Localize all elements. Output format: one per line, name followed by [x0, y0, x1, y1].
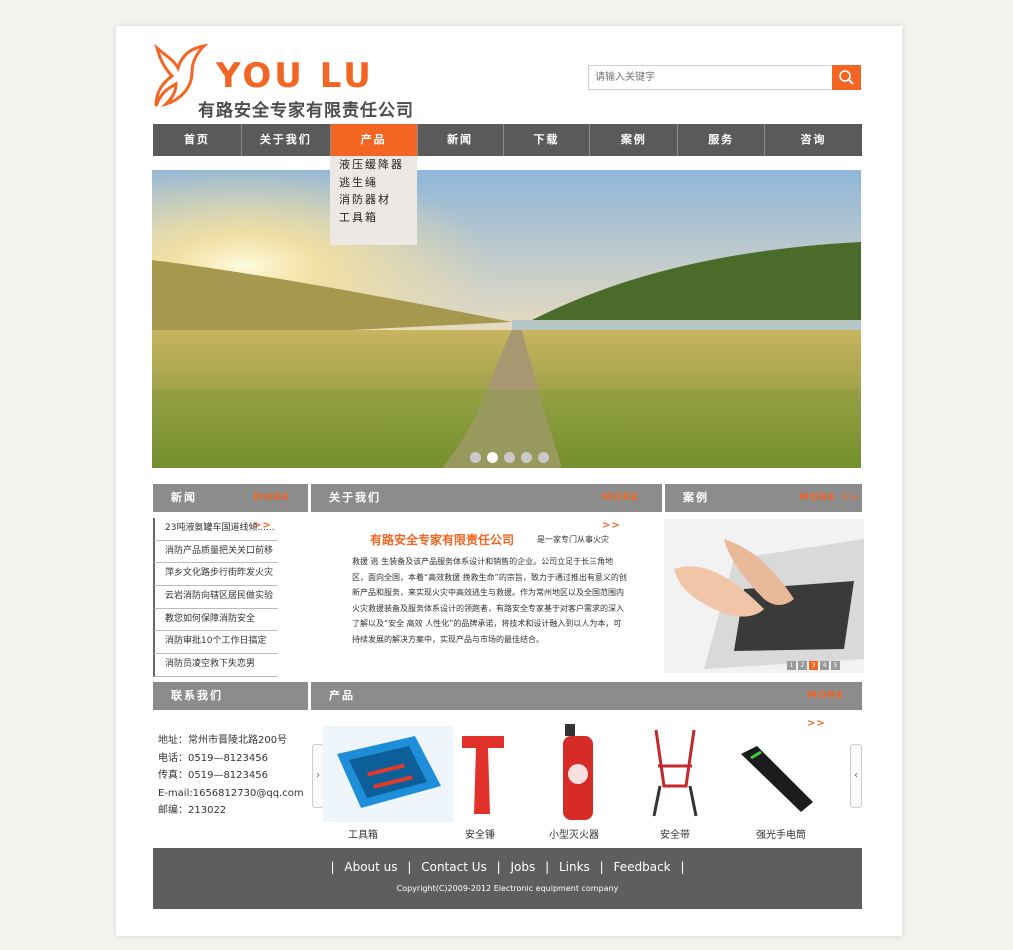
footer: | About us | Contact Us | Jobs | Links |…: [153, 848, 862, 909]
search-icon: [839, 70, 854, 85]
news-item[interactable]: 消防审批10个工作日搞定: [153, 631, 278, 655]
news-item[interactable]: 萍乡文化路步行街昨发火灾: [153, 563, 278, 587]
about-title: 关于我们: [329, 491, 381, 504]
fire-extinguisher-image[interactable]: [539, 722, 619, 822]
case-image[interactable]: [664, 519, 864, 673]
contact-email: E-mail:1656812730@qq.com: [158, 787, 304, 799]
case-more-link[interactable]: MORE >>: [799, 484, 859, 512]
contact-address: 地址：常州市晋陵北路200号: [158, 735, 288, 746]
contact-fax: 传真：0519—8123456: [158, 770, 268, 781]
news-item[interactable]: 消防产品质量把关关口前移: [153, 540, 278, 564]
pager-button[interactable]: 1: [787, 661, 796, 670]
pager-button[interactable]: 4: [820, 661, 829, 670]
footer-link-contact[interactable]: Contact Us: [418, 860, 490, 874]
footer-sep: |: [545, 860, 550, 874]
pager-button[interactable]: 2: [798, 661, 807, 670]
about-body: 救援 逃 生装备及该产品服务体系设计和销售的企业。公司立足于长三角地区，面向全国…: [352, 557, 627, 644]
products-title: 产品: [329, 689, 355, 702]
company-name: 有路安全专家有限责任公司: [198, 101, 414, 121]
hero-banner: [152, 170, 861, 468]
product-name[interactable]: 安全锤: [442, 826, 518, 841]
banner-dot[interactable]: [538, 452, 549, 463]
news-header: 新闻 MORE >>: [153, 484, 308, 531]
banner-dot-active[interactable]: [487, 452, 498, 463]
footer-link-links[interactable]: Links: [556, 860, 593, 874]
footer-link-feedback[interactable]: Feedback: [610, 860, 673, 874]
dropdown-item[interactable]: 工具箱: [330, 209, 417, 227]
pager-button-active[interactable]: 3: [809, 661, 818, 670]
search-input[interactable]: [588, 65, 844, 90]
footer-links: | About us | Contact Us | Jobs | Links |…: [153, 860, 862, 874]
nav-item-about[interactable]: 关于我们: [242, 124, 331, 156]
safety-hammer-image[interactable]: [454, 726, 512, 822]
main-nav: 首页 关于我们 产品 新闻 下载 案例 服务 咨询: [153, 124, 862, 156]
product-name[interactable]: 小型灭火器: [534, 826, 614, 841]
contact-postcode: 邮编：213022: [158, 805, 227, 816]
contact-phone: 电话：0519—8123456: [158, 752, 268, 764]
page: YOU LU 有路安全专家有限责任公司 首页 关于我们 产品 新闻 下载 案例 …: [116, 26, 902, 936]
footer-sep: |: [330, 860, 335, 874]
about-more-link[interactable]: MORE >>: [602, 484, 662, 540]
banner-dot[interactable]: [521, 452, 532, 463]
footer-sep: |: [680, 860, 685, 874]
nav-item-products[interactable]: 产品: [330, 124, 418, 156]
news-item[interactable]: 消防员凌空救下失恋男: [153, 654, 278, 677]
news-item[interactable]: 23吨液氨罐车国道线倾......: [153, 518, 278, 541]
dropdown-item[interactable]: 逃生绳: [330, 174, 417, 192]
search-button[interactable]: [832, 65, 861, 90]
case-header: 案例 MORE >>: [665, 484, 862, 512]
news-item[interactable]: 云岩消防向辖区居民做实验: [153, 586, 278, 609]
about-headline: 有路安全专家有限责任公司: [370, 533, 515, 547]
contact-header: 联系我们: [153, 682, 308, 710]
products-header: 产品 MORE >>: [311, 682, 862, 729]
products-dropdown: 液压缓降器 逃生绳 消防器材 工具箱: [330, 156, 417, 245]
about-header: 关于我们 MORE >>: [311, 484, 662, 531]
contact-info: 地址：常州市晋陵北路200号 电话：0519—8123456 传真：0519—8…: [158, 732, 304, 820]
nav-item-consult[interactable]: 咨询: [765, 124, 862, 156]
dropdown-item[interactable]: 消防器材: [330, 191, 417, 209]
copyright: Copyright(C)2009-2012 Electronic equipme…: [396, 884, 619, 893]
toolbox-image[interactable]: [323, 726, 453, 822]
nav-item-home[interactable]: 首页: [153, 124, 242, 156]
news-list: 23吨液氨罐车国道线倾...... 消防产品质量把关关口前移 萍乡文化路步行街昨…: [153, 518, 278, 677]
nav-item-download[interactable]: 下载: [504, 124, 591, 156]
contact-title: 联系我们: [171, 689, 223, 702]
banner-dot[interactable]: [504, 452, 515, 463]
carousel-next-button[interactable]: ‹: [850, 744, 862, 808]
safety-belt-image[interactable]: [646, 726, 704, 822]
case-title: 案例: [683, 491, 709, 504]
pager-button[interactable]: 5: [831, 661, 840, 670]
about-headline-suffix: 是一家专门从事火灾: [537, 535, 609, 544]
product-name[interactable]: 安全带: [637, 826, 713, 841]
nav-item-news[interactable]: 新闻: [418, 124, 504, 156]
laptop-image: [664, 519, 864, 673]
product-name[interactable]: 工具箱: [323, 826, 403, 841]
case-pager: 1 2 3 4 5: [787, 661, 840, 670]
footer-sep: |: [496, 860, 501, 874]
footer-sep: |: [407, 860, 412, 874]
footer-sep: |: [599, 860, 604, 874]
product-name[interactable]: 强光手电筒: [741, 826, 821, 841]
news-title: 新闻: [171, 491, 197, 504]
nav-item-cases[interactable]: 案例: [590, 124, 679, 156]
flashlight-image[interactable]: [717, 730, 825, 822]
dropdown-item[interactable]: 液压缓降器: [330, 156, 417, 174]
footer-link-about[interactable]: About us: [341, 860, 400, 874]
landscape-image: [152, 170, 861, 468]
logo-wordmark: YOU LU: [216, 56, 374, 96]
news-item[interactable]: 教您如何保障消防安全: [153, 608, 278, 632]
footer-link-jobs[interactable]: Jobs: [507, 860, 538, 874]
nav-item-service[interactable]: 服务: [678, 124, 766, 156]
banner-dot[interactable]: [470, 452, 481, 463]
banner-dots: [470, 452, 549, 463]
